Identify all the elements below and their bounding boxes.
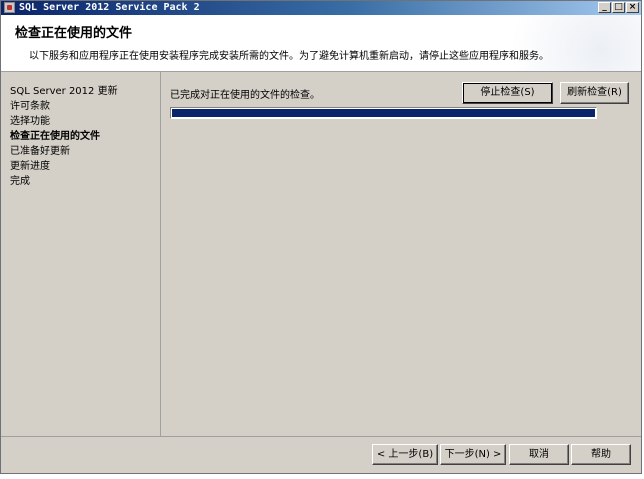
refresh-check-label: 刷新检查(R) [567,87,622,98]
cancel-button[interactable]: 取消 [509,444,569,465]
installer-window: SQL Server 2012 Service Pack 2 _ □ × 检查正… [0,0,642,474]
sidebar-item-sql-server-update[interactable]: SQL Server 2012 更新 [10,82,118,97]
main-content: 已完成对正在使用的文件的检查。 停止检查(S) 刷新检查(R) [161,72,641,436]
progress-bar [170,107,597,119]
app-icon [4,2,15,13]
page-description: 以下服务和应用程序正在使用安装程序完成安装所需的文件。为了避免计算机重新启动，请… [29,51,549,62]
refresh-check-button[interactable]: 刷新检查(R) [560,82,629,104]
footer-bar: < 上一步(B) 下一步(N) > 取消 帮助 [1,436,641,473]
help-label: 帮助 [591,449,611,460]
stop-check-label: 停止检查(S) [480,87,535,98]
progress-fill [172,109,595,117]
window-title: SQL Server 2012 Service Pack 2 [19,2,200,13]
back-button[interactable]: < 上一步(B) [372,444,438,465]
help-button[interactable]: 帮助 [571,444,631,465]
close-button[interactable]: × [626,2,639,13]
minimize-button[interactable]: _ [598,2,611,13]
cancel-label: 取消 [529,449,549,460]
next-button[interactable]: 下一步(N) > [440,444,506,465]
next-label: 下一步(N) > [444,449,502,460]
maximize-button[interactable]: □ [612,2,625,13]
page-header: 检查正在使用的文件 以下服务和应用程序正在使用安装程序完成安装所需的文件。为了避… [1,15,641,72]
sidebar-item-check-files-in-use[interactable]: 检查正在使用的文件 [10,127,100,142]
page-title: 检查正在使用的文件 [15,26,133,41]
sidebar-item-select-features[interactable]: 选择功能 [10,112,50,127]
stop-check-button[interactable]: 停止检查(S) [462,82,553,104]
sidebar-item-ready-to-update[interactable]: 已准备好更新 [10,142,70,157]
sidebar-item-complete[interactable]: 完成 [10,172,30,187]
status-message: 已完成对正在使用的文件的检查。 [170,90,320,101]
back-label: < 上一步(B) [376,449,434,460]
sidebar-item-update-progress[interactable]: 更新进度 [10,157,50,172]
sidebar-item-license-terms[interactable]: 许可条款 [10,97,50,112]
title-bar[interactable]: SQL Server 2012 Service Pack 2 _ □ × [1,1,641,15]
step-sidebar: SQL Server 2012 更新 许可条款 选择功能 检查正在使用的文件 已… [1,72,161,436]
